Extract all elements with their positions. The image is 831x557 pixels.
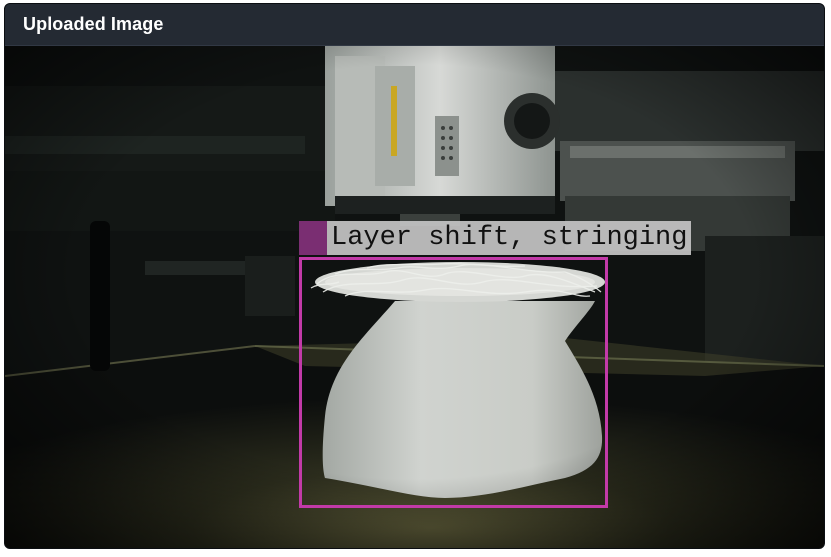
uploaded-image-panel: Uploaded Image Layer shift, stringing bbox=[4, 3, 825, 549]
detection-label: Layer shift, stringing bbox=[327, 221, 692, 255]
panel-header: Uploaded Image bbox=[5, 4, 824, 46]
detection-label-swatch bbox=[299, 221, 327, 255]
panel-title: Uploaded Image bbox=[23, 14, 164, 34]
uploaded-image: Layer shift, stringing bbox=[5, 46, 824, 548]
detection-bounding-box bbox=[299, 257, 608, 508]
